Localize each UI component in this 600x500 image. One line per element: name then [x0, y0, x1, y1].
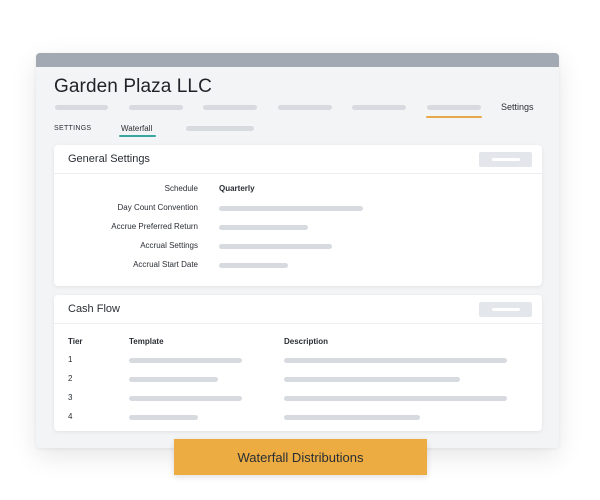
top-nav: Settings: [36, 101, 559, 123]
nav-item-settings[interactable]: Settings: [501, 102, 534, 112]
tier-number: 2: [68, 374, 73, 383]
button-label-placeholder: [492, 308, 520, 311]
row-label: Accrue Preferred Return: [111, 222, 198, 231]
value-placeholder: [219, 244, 332, 249]
template-placeholder: [129, 377, 218, 382]
row-label: Accrual Start Date: [133, 260, 198, 269]
settings-row-day-count: Day Count Convention: [54, 203, 542, 217]
row-value: Quarterly: [219, 184, 255, 193]
nav-item-placeholder[interactable]: [203, 105, 257, 110]
subnav-section-label: SETTINGS: [54, 125, 92, 132]
table-row[interactable]: 2: [54, 374, 542, 388]
general-settings-panel: General Settings Schedule Quarterly Day …: [54, 145, 542, 286]
edit-button[interactable]: [479, 152, 532, 167]
description-placeholder: [284, 377, 460, 382]
nav-item-placeholder[interactable]: [278, 105, 332, 110]
button-label-placeholder: [492, 158, 520, 161]
settings-row-accrue-preferred: Accrue Preferred Return: [54, 222, 542, 236]
edit-button[interactable]: [479, 302, 532, 317]
tier-number: 1: [68, 355, 73, 364]
table-row[interactable]: 3: [54, 393, 542, 407]
row-label: Accrual Settings: [140, 241, 198, 250]
nav-item-placeholder[interactable]: [129, 105, 183, 110]
settings-row-schedule: Schedule Quarterly: [54, 184, 542, 198]
tab-waterfall[interactable]: Waterfall: [121, 124, 152, 133]
page-title: Garden Plaza LLC: [54, 76, 212, 97]
tier-number: 3: [68, 393, 73, 402]
row-label: Schedule: [164, 184, 198, 193]
settings-row-accrual-start: Accrual Start Date: [54, 260, 542, 274]
value-placeholder: [219, 263, 288, 268]
template-placeholder: [129, 415, 198, 420]
sub-nav: SETTINGS Waterfall: [36, 123, 559, 143]
description-placeholder: [284, 358, 507, 363]
column-header-template: Template: [129, 337, 164, 346]
nav-item-placeholder[interactable]: [352, 105, 406, 110]
template-placeholder: [129, 358, 242, 363]
row-label: Day Count Convention: [117, 203, 199, 212]
table-row[interactable]: 1: [54, 355, 542, 369]
settings-row-accrual-settings: Accrual Settings: [54, 241, 542, 255]
column-header-tier: Tier: [68, 337, 83, 346]
table-row[interactable]: 4: [54, 412, 542, 426]
description-placeholder: [284, 396, 507, 401]
nav-active-indicator: [426, 116, 482, 118]
tab-placeholder[interactable]: [186, 126, 254, 131]
cash-flow-panel: Cash Flow Tier Template Description 1 2 …: [54, 295, 542, 431]
tier-number: 4: [68, 412, 73, 421]
window-titlebar: [36, 53, 559, 67]
description-placeholder: [284, 415, 420, 420]
nav-item-placeholder[interactable]: [427, 105, 481, 110]
value-placeholder: [219, 225, 308, 230]
panel-title: Cash Flow: [68, 303, 120, 315]
value-placeholder: [219, 206, 363, 211]
panel-title: General Settings: [68, 153, 150, 165]
template-placeholder: [129, 396, 242, 401]
app-window: Garden Plaza LLC Settings SETTINGS Water…: [36, 53, 559, 448]
tab-active-indicator: [119, 135, 156, 137]
waterfall-distributions-banner: Waterfall Distributions: [174, 439, 427, 475]
nav-item-placeholder[interactable]: [55, 105, 108, 110]
panel-header: General Settings: [54, 145, 542, 174]
column-header-description: Description: [284, 337, 329, 346]
panel-header: Cash Flow: [54, 295, 542, 324]
